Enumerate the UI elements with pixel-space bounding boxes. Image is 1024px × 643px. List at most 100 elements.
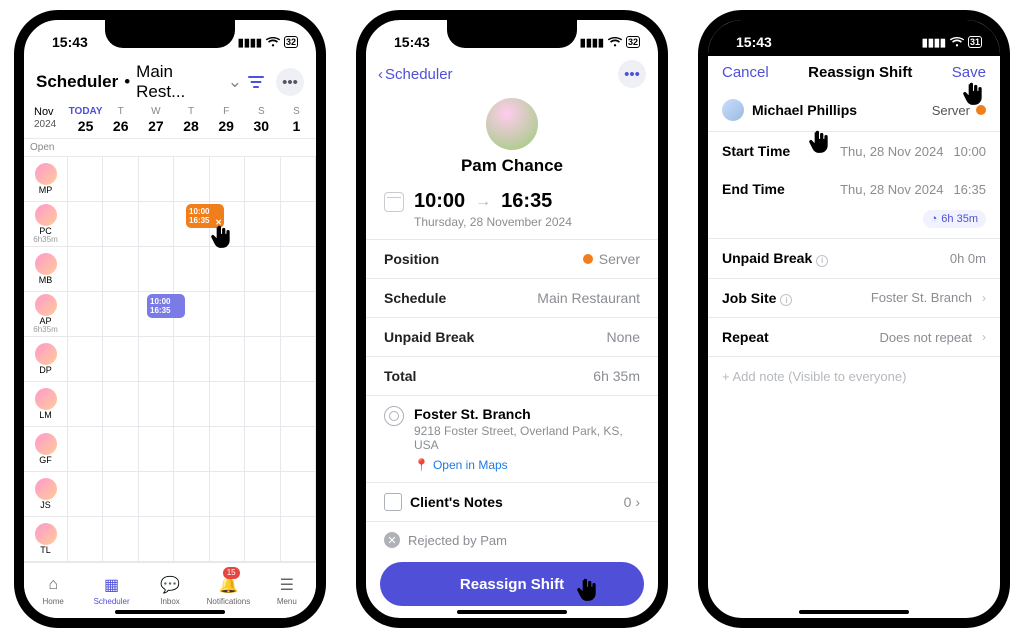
employee-cell[interactable]: GF xyxy=(24,427,67,472)
phone-scheduler: 15:43 ▮▮▮▮ 32 Scheduler • Main Rest... ⌄… xyxy=(14,10,326,628)
battery-level: 32 xyxy=(286,37,296,47)
phone-reassign: 15:43 ▮▮▮▮ 31 Cancel Reassign Shift Save… xyxy=(698,10,1010,628)
employee-row[interactable]: Michael Phillips Server xyxy=(708,89,1000,131)
row-unpaid-break[interactable]: Unpaid Breaki 0h 0m xyxy=(708,239,1000,278)
add-note-input[interactable]: + Add note (Visible to everyone) xyxy=(708,357,1000,396)
employee-cell[interactable]: MP xyxy=(24,157,67,202)
schedule-grid: MPPC6h35mMBAP6h35m DP LMGFJSTL 10:00 16:35… xyxy=(24,157,316,562)
employee-code: DP xyxy=(39,365,52,375)
day-label: TODAY xyxy=(68,106,103,117)
day-label: T xyxy=(103,106,138,117)
time-value: 10:00 xyxy=(953,144,986,159)
row-start-time[interactable]: Start Time Thu, 28 Nov 202410:00 xyxy=(708,132,1000,170)
cancel-button[interactable]: Cancel xyxy=(722,64,769,81)
value: Foster St. Branch xyxy=(871,290,972,305)
employee-cell[interactable]: JS xyxy=(24,472,67,517)
week-days[interactable]: TODAY25T26W27T28F29S30S1 xyxy=(68,106,314,134)
employee-cell[interactable]: MB xyxy=(24,247,67,292)
label: Job Site xyxy=(722,290,776,306)
info-icon: i xyxy=(780,294,792,306)
cursor-icon xyxy=(574,576,600,602)
shift-start: 10:00 xyxy=(150,297,182,306)
value: Server xyxy=(599,251,640,267)
nav-bar: Cancel Reassign Shift Save xyxy=(708,56,1000,89)
rejected-label: Rejected by Pam xyxy=(408,533,507,548)
row-repeat[interactable]: Repeat Does not repeat› xyxy=(708,318,1000,356)
menu-icon: ☰ xyxy=(277,575,297,595)
day-number: 1 xyxy=(279,118,314,134)
employee-cell[interactable]: LM xyxy=(24,382,67,427)
label: Position xyxy=(384,251,439,267)
scheduler-title-group[interactable]: Scheduler • Main Rest... ⌄ xyxy=(36,62,242,102)
day-number: 27 xyxy=(138,118,173,134)
signal-icon: ▮▮▮▮ xyxy=(238,36,262,49)
avatar xyxy=(722,99,744,121)
value: Does not repeat xyxy=(879,330,972,345)
week-day[interactable]: S30 xyxy=(244,106,279,134)
location-icon xyxy=(384,406,404,426)
shift-chip-purple[interactable]: 10:00 16:35 xyxy=(147,294,185,318)
week-day[interactable]: T26 xyxy=(103,106,138,134)
edit-icon xyxy=(384,493,402,511)
signal-icon: ▮▮▮▮ xyxy=(580,36,604,49)
home-icon: ⌂ xyxy=(43,575,63,595)
cta-label: Reassign Shift xyxy=(460,576,564,593)
tab-menu[interactable]: ☰Menu xyxy=(258,563,316,618)
row-end-time[interactable]: End Time Thu, 28 Nov 202416:35 xyxy=(708,170,1000,208)
week-day[interactable]: F29 xyxy=(209,106,244,134)
avatar xyxy=(35,294,57,316)
home-indicator xyxy=(799,610,909,614)
more-icon[interactable]: ••• xyxy=(276,68,304,96)
reassign-shift-button[interactable]: Reassign Shift xyxy=(380,562,644,606)
more-icon[interactable]: ••• xyxy=(618,60,646,88)
week-day[interactable]: S1 xyxy=(279,106,314,134)
label: Unpaid Break xyxy=(722,250,812,266)
profile-header: Pam Chance xyxy=(366,92,658,186)
duration-value: 6h 35m xyxy=(941,213,978,225)
battery-level: 32 xyxy=(628,37,638,47)
week-day[interactable]: TODAY25 xyxy=(68,106,103,134)
calendar-icon xyxy=(384,192,404,212)
tab-label: Inbox xyxy=(160,597,180,606)
chevron-right-icon: › xyxy=(982,291,986,305)
date-value: Thu, 28 Nov 2024 xyxy=(840,182,943,197)
avatar xyxy=(35,433,57,455)
day-label: S xyxy=(279,106,314,117)
tab-home[interactable]: ⌂Home xyxy=(24,563,82,618)
employee-cell[interactable]: DP xyxy=(24,337,67,382)
week-day[interactable]: T28 xyxy=(173,106,208,134)
notch xyxy=(789,20,919,48)
label: Start Time xyxy=(722,143,790,159)
open-shifts-row: Open xyxy=(24,138,316,157)
year-label: 2024 xyxy=(34,119,56,130)
avatar xyxy=(35,523,57,545)
scheduler-title: Scheduler xyxy=(36,72,118,92)
map-link-label: Open in Maps xyxy=(433,458,508,472)
location-address: 9218 Foster Street, Overland Park, KS, U… xyxy=(414,424,640,452)
open-in-maps-link[interactable]: 📍Open in Maps xyxy=(414,458,640,472)
schedule-row xyxy=(68,517,316,562)
back-button[interactable]: ‹Scheduler xyxy=(378,66,453,83)
schedule-row xyxy=(68,337,316,382)
week-day[interactable]: W27 xyxy=(138,106,173,134)
label: Client's Notes xyxy=(410,494,503,510)
row-total: Total 6h 35m xyxy=(366,357,658,396)
schedule-row xyxy=(68,157,316,202)
row-job-site[interactable]: Job Site i Foster St. Branch › xyxy=(708,279,1000,318)
employee-cell[interactable]: AP6h35m xyxy=(24,292,67,337)
value: Main Restaurant xyxy=(537,290,640,306)
signal-icon: ▮▮▮▮ xyxy=(922,36,946,49)
save-button[interactable]: Save xyxy=(952,64,986,81)
avatar xyxy=(35,343,57,365)
chevron-left-icon: ‹ xyxy=(378,66,383,83)
shift-date: Thursday, 28 November 2024 xyxy=(414,215,640,229)
row-notes[interactable]: Client's Notes 0 › xyxy=(366,483,658,522)
employee-cell[interactable]: TL xyxy=(24,517,67,562)
status-time: 15:43 xyxy=(736,34,772,50)
schedule-row xyxy=(68,382,316,427)
dot-separator: • xyxy=(124,72,130,92)
filter-icon[interactable] xyxy=(242,68,270,96)
employee-cell[interactable]: PC6h35m xyxy=(24,202,67,247)
notch xyxy=(105,20,235,48)
notch xyxy=(447,20,577,48)
